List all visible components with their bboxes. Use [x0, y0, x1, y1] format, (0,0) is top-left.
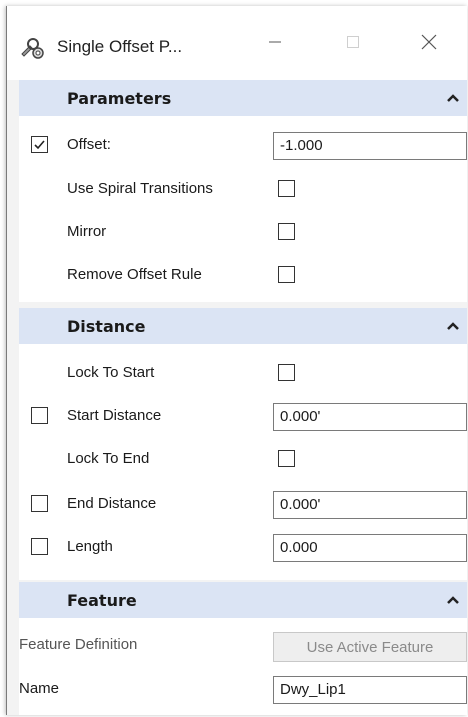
end-distance-label: End Distance: [67, 495, 157, 512]
close-button[interactable]: [401, 24, 457, 64]
parameters-section-title: Parameters: [67, 89, 172, 108]
feature-section-header[interactable]: Feature: [19, 582, 467, 618]
remove-offset-rule-checkbox[interactable]: [278, 266, 295, 283]
use-active-feature-button: Use Active Feature: [273, 632, 467, 662]
distance-section-title: Distance: [67, 317, 146, 336]
end-distance-checkbox[interactable]: [31, 495, 48, 512]
minimize-button[interactable]: [247, 24, 303, 64]
maximize-icon: [345, 34, 361, 54]
close-icon: [420, 33, 438, 55]
lock-to-start-label: Lock To Start: [67, 364, 155, 381]
feature-section-body: Feature Definition Use Active Feature Na…: [19, 618, 467, 715]
parameters-section-body: Offset: -1.000 Use Spiral Transitions Mi…: [19, 116, 467, 302]
start-distance-label: Start Distance: [67, 407, 162, 424]
lock-to-end-label: Lock To End: [67, 450, 150, 467]
remove-offset-rule-label: Remove Offset Rule: [67, 266, 202, 283]
offset-input[interactable]: -1.000: [273, 132, 467, 160]
distance-section-body: Lock To Start Start Distance 0.000' Lock…: [19, 344, 467, 580]
length-label: Length: [67, 538, 113, 555]
chevron-up-icon[interactable]: [443, 590, 463, 610]
use-spiral-transitions-checkbox[interactable]: [278, 180, 295, 197]
wrench-gear-icon: [19, 34, 45, 60]
start-distance-input[interactable]: 0.000': [273, 403, 467, 431]
length-checkbox[interactable]: [31, 538, 48, 555]
chevron-up-icon[interactable]: [443, 316, 463, 336]
lock-to-start-checkbox[interactable]: [278, 364, 295, 381]
feature-section-title: Feature: [67, 591, 137, 610]
feature-definition-label: Feature Definition: [19, 636, 138, 653]
chevron-up-icon[interactable]: [443, 88, 463, 108]
offset-checkbox[interactable]: [31, 136, 48, 153]
use-spiral-transitions-label: Use Spiral Transitions: [67, 180, 213, 197]
minimize-icon: [267, 34, 283, 54]
offset-label: Offset:: [67, 136, 111, 153]
single-offset-dialog: Single Offset P... Parameters Offset: -1…: [6, 6, 467, 715]
title-bar[interactable]: Single Offset P...: [7, 6, 467, 80]
distance-section-header[interactable]: Distance: [19, 308, 467, 344]
parameters-section-header[interactable]: Parameters: [19, 80, 467, 116]
start-distance-checkbox[interactable]: [31, 407, 48, 424]
mirror-label: Mirror: [67, 223, 107, 240]
length-input[interactable]: 0.000: [273, 534, 467, 562]
name-label: Name: [19, 680, 60, 697]
end-distance-input[interactable]: 0.000': [273, 491, 467, 519]
lock-to-end-checkbox[interactable]: [278, 450, 295, 467]
mirror-checkbox[interactable]: [278, 223, 295, 240]
maximize-button[interactable]: [325, 24, 381, 64]
name-input[interactable]: Dwy_Lip1: [273, 676, 467, 704]
window-title: Single Offset P...: [57, 37, 183, 56]
